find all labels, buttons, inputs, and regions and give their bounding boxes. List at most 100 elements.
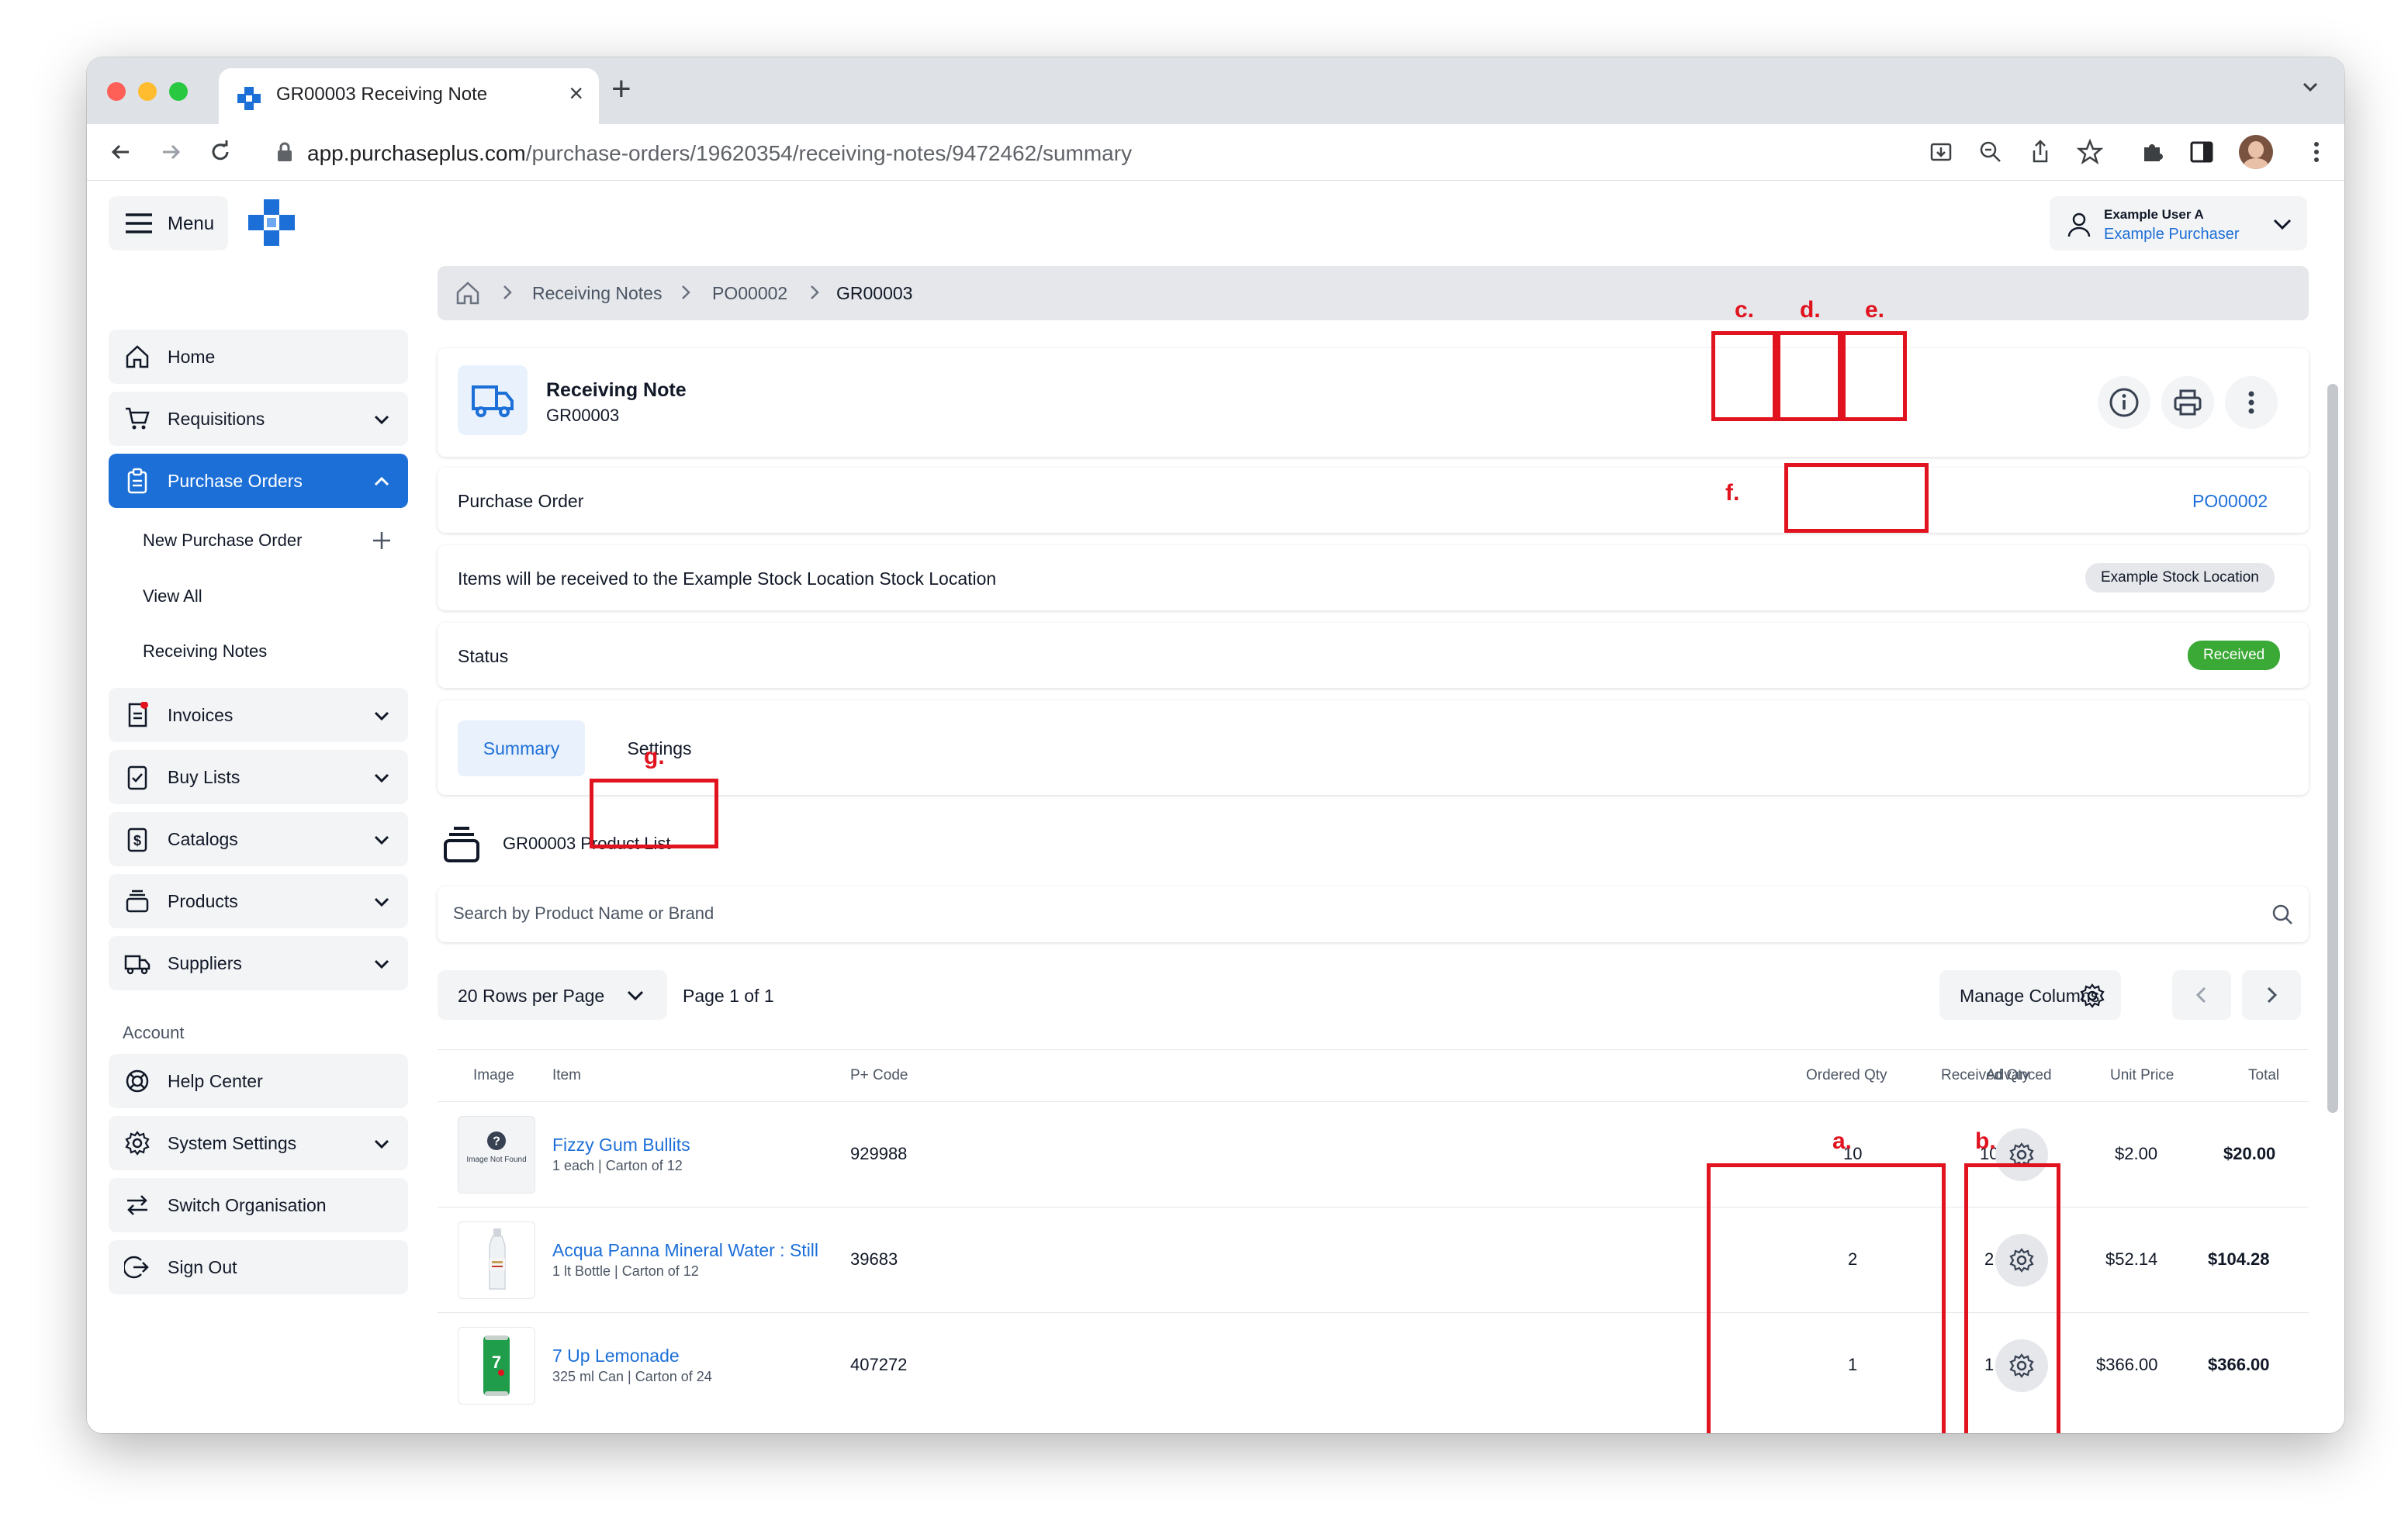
product-search[interactable]: Search by Product Name or Brand (438, 886, 2309, 942)
sidebar-item-label: Purchase Orders (168, 471, 303, 491)
purchase-order-link[interactable]: PO00002 (2192, 491, 2268, 512)
annotation-box-f (1784, 463, 1929, 533)
product-name-link[interactable]: Fizzy Gum Bullits (552, 1135, 690, 1156)
page-scrollbar[interactable] (2327, 384, 2338, 1113)
minimize-window-button[interactable] (138, 82, 157, 101)
sidebar-item-suppliers[interactable]: Suppliers (109, 936, 408, 990)
chevron-right-icon (682, 285, 690, 299)
chevron-down-icon (627, 990, 644, 1001)
purchaseplus-favicon-icon (237, 87, 261, 110)
search-icon[interactable] (2271, 903, 2293, 925)
more-options-button[interactable] (2225, 376, 2278, 429)
zoom-icon[interactable] (1977, 138, 2005, 166)
gear-icon (2080, 983, 2105, 1008)
line-total: $20.00 (2223, 1144, 2276, 1163)
product-description: 1 each | Carton of 12 (552, 1158, 683, 1173)
account-heading: Account (123, 1023, 185, 1042)
truck-badge (458, 365, 528, 435)
product-name-link[interactable]: Acqua Panna Mineral Water : Still (552, 1240, 818, 1261)
purchase-order-label: Purchase Order (458, 491, 584, 511)
breadcrumb-po[interactable]: PO00002 (712, 283, 787, 304)
chevron-right-icon (503, 285, 512, 299)
annotation-label-b: b. (1975, 1128, 1996, 1154)
manage-columns-button[interactable]: Manage Columns (1939, 970, 2121, 1020)
info-icon (2109, 388, 2139, 417)
product-code: 39683 (850, 1249, 898, 1269)
sidebar-item-buy-lists[interactable]: Buy Lists (109, 750, 408, 804)
sidebar-item-purchase-orders[interactable]: Purchase Orders (109, 454, 408, 508)
tab-title: GR00003 Receiving Note (276, 84, 488, 105)
maximize-window-button[interactable] (169, 82, 188, 101)
stock-location-badge: Example Stock Location (2085, 563, 2275, 593)
home-icon[interactable] (455, 280, 481, 306)
profile-avatar[interactable] (2239, 135, 2273, 169)
rows-per-page-select[interactable]: 20 Rows per Page (438, 970, 667, 1020)
annotation-label-c: c. (1735, 297, 1755, 323)
sidebar-subitem-new-purchase-order[interactable]: New Purchase Order (143, 530, 302, 551)
sidebar-item-catalogs[interactable]: $ Catalogs (109, 812, 408, 866)
product-name-link[interactable]: 7 Up Lemonade (552, 1346, 680, 1366)
chevron-down-icon (374, 773, 389, 783)
annotation-box-g (590, 779, 718, 848)
sidebar-item-invoices[interactable]: Invoices (109, 688, 408, 742)
browser-tab[interactable]: GR00003 Receiving Note × (219, 68, 599, 124)
plus-icon[interactable] (371, 530, 393, 551)
product-description: 325 ml Can | Carton of 24 (552, 1369, 712, 1384)
stack-icon (126, 890, 149, 913)
extensions-puzzle-icon[interactable] (2140, 138, 2168, 166)
sidebar-subitem-receiving-notes[interactable]: Receiving Notes (143, 641, 267, 662)
column-header-code: P+ Code (850, 1067, 908, 1083)
lifebuoy-icon (126, 1069, 149, 1093)
bookmark-star-icon[interactable] (2076, 138, 2104, 166)
receiving-note-card: Receiving Note GR00003 (438, 348, 2309, 457)
search-input[interactable]: Search by Product Name or Brand (453, 903, 714, 924)
install-app-icon[interactable] (1927, 138, 1955, 166)
svg-text:?: ? (493, 1135, 500, 1149)
truck-icon (124, 955, 150, 975)
invoice-icon (128, 702, 148, 727)
clipboard-icon (127, 468, 147, 494)
next-page-button[interactable] (2242, 970, 2301, 1020)
sidebar-subitem-view-all[interactable]: View All (143, 586, 202, 606)
annotation-label-f: f. (1725, 480, 1740, 506)
browser-menu-kebab-icon[interactable] (2302, 138, 2330, 166)
sidebar-item-switch-organisation[interactable]: Switch Organisation (109, 1178, 408, 1232)
purchaseplus-logo[interactable] (247, 198, 296, 247)
new-tab-icon[interactable]: + (611, 70, 631, 109)
sidebar-item-sign-out[interactable]: Sign Out (109, 1240, 408, 1294)
tab-summary[interactable]: Summary (458, 720, 585, 776)
sidebar-item-requisitions[interactable]: Requisitions (109, 392, 408, 446)
address-bar[interactable]: app.purchaseplus.com/purchase-orders/196… (258, 130, 1964, 174)
back-arrow-icon[interactable] (107, 138, 135, 166)
sidebar-item-help-center[interactable]: Help Center (109, 1054, 408, 1108)
question-icon: ? (487, 1131, 506, 1150)
previous-page-button[interactable] (2172, 970, 2231, 1020)
sidebar-item-system-settings[interactable]: System Settings (109, 1116, 408, 1170)
truck-icon (472, 385, 514, 417)
menu-button[interactable]: Menu (109, 196, 228, 250)
user-menu[interactable]: Example User A Example Purchaser (2050, 196, 2307, 250)
annotation-label-a: a. (1832, 1128, 1853, 1154)
status-row: Status Received (438, 623, 2309, 688)
info-button[interactable] (2098, 376, 2150, 429)
print-button[interactable] (2161, 376, 2214, 429)
forward-arrow-icon[interactable] (157, 138, 185, 166)
reload-icon[interactable] (206, 138, 234, 166)
user-icon (2067, 212, 2091, 237)
sidebar-item-home[interactable]: Home (109, 330, 408, 384)
share-icon[interactable] (2026, 138, 2054, 166)
tab-search-chevron-icon[interactable] (2299, 76, 2321, 98)
side-panel-icon[interactable] (2188, 138, 2216, 166)
product-image: 7 (458, 1327, 535, 1404)
stock-location-row: Items will be received to the Example St… (438, 545, 2309, 610)
line-total: $366.00 (2208, 1355, 2270, 1374)
close-window-button[interactable] (107, 82, 126, 101)
column-header-advanced: Advanced (1986, 1067, 2052, 1083)
sidebar-item-products[interactable]: Products (109, 874, 408, 928)
sidebar-item-label: Help Center (168, 1071, 263, 1091)
chevron-down-icon (374, 897, 389, 907)
breadcrumb-receiving-notes[interactable]: Receiving Notes (532, 283, 662, 304)
close-tab-icon[interactable]: × (569, 79, 583, 108)
page-title: Receiving Note (546, 379, 687, 401)
chevron-down-icon (374, 711, 389, 721)
